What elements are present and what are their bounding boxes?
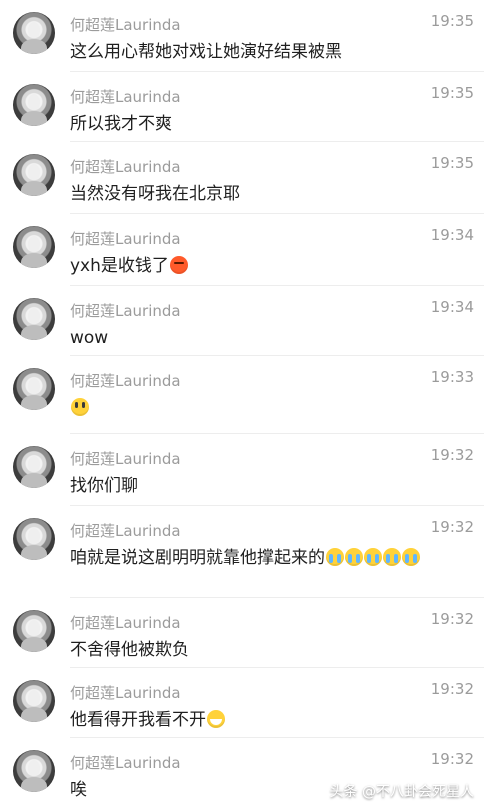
comment-row[interactable]: 何超莲Laurinda 19:32 咱就是说这剧明明就靠他撑起来的	[0, 506, 484, 598]
commenter-name[interactable]: 何超莲Laurinda	[70, 14, 181, 35]
avatar-face	[28, 22, 40, 38]
comment-time: 19:34	[430, 298, 474, 316]
cry-emoji	[345, 548, 363, 566]
comment-text-content: 所以我才不爽	[70, 114, 172, 134]
avatar-face	[28, 620, 40, 636]
commenter-name[interactable]: 何超莲Laurinda	[70, 448, 181, 469]
comment-text-content: 他看得开我看不开	[70, 710, 206, 730]
commenter-name[interactable]: 何超莲Laurinda	[70, 228, 181, 249]
avatar-face	[28, 236, 40, 252]
comment-time: 19:35	[430, 12, 474, 30]
avatar-face	[28, 690, 40, 706]
avatar[interactable]	[13, 298, 55, 340]
avatar[interactable]	[13, 368, 55, 410]
avatar-face	[28, 308, 40, 324]
avatar-body	[21, 707, 47, 722]
comment-text-content: 不舍得他被欺负	[70, 640, 189, 660]
cry-emoji	[364, 548, 382, 566]
avatar-body	[21, 777, 47, 792]
comment-time: 19:35	[430, 84, 474, 102]
commenter-name[interactable]: 何超莲Laurinda	[70, 156, 181, 177]
comment-text: 当然没有呀我在北京耶	[70, 182, 430, 206]
comment-row[interactable]: 何超莲Laurinda 19:33	[0, 356, 484, 434]
commenter-name[interactable]: 何超莲Laurinda	[70, 682, 181, 703]
comment-text	[70, 396, 430, 420]
cry-emoji	[326, 548, 344, 566]
comment-text: 不舍得他被欺负	[70, 638, 430, 662]
avatar-face	[28, 94, 40, 110]
avatar[interactable]	[13, 750, 55, 792]
avatar[interactable]	[13, 610, 55, 652]
comment-text-content: 这么用心帮她对戏让她演好结果被黑	[70, 42, 342, 62]
commenter-name[interactable]: 何超莲Laurinda	[70, 520, 181, 541]
avatar-body	[21, 637, 47, 652]
commenter-name[interactable]: 何超莲Laurinda	[70, 86, 181, 107]
avatar-face	[28, 456, 40, 472]
avatar[interactable]	[13, 518, 55, 560]
avatar-body	[21, 473, 47, 488]
comment-time: 19:32	[430, 680, 474, 698]
commenter-name[interactable]: 何超莲Laurinda	[70, 300, 181, 321]
comment-text: 所以我才不爽	[70, 112, 430, 136]
avatar[interactable]	[13, 154, 55, 196]
comment-time: 19:32	[430, 750, 474, 768]
avatar-face	[28, 164, 40, 180]
avatar-body	[21, 253, 47, 268]
comment-row[interactable]: 何超莲Laurinda 19:32 不舍得他被欺负	[0, 598, 484, 668]
avatar-face	[28, 378, 40, 394]
comment-text-content: 找你们聊	[70, 476, 138, 496]
avatar-body	[21, 325, 47, 340]
comment-text: 他看得开我看不开	[70, 708, 430, 732]
avatar-body	[21, 111, 47, 126]
comment-row[interactable]: 何超莲Laurinda 19:34 yxh是收钱了	[0, 214, 484, 286]
comment-row[interactable]: 何超莲Laurinda 19:35 所以我才不爽	[0, 72, 484, 142]
comment-time: 19:34	[430, 226, 474, 244]
commenter-name[interactable]: 何超莲Laurinda	[70, 370, 181, 391]
avatar-body	[21, 545, 47, 560]
comment-time: 19:32	[430, 610, 474, 628]
avatar-body	[21, 181, 47, 196]
comment-time: 19:33	[430, 368, 474, 386]
comment-row[interactable]: 何超莲Laurinda 19:32 他看得开我看不开	[0, 668, 484, 738]
avatar[interactable]	[13, 12, 55, 54]
comment-text: wow	[70, 326, 430, 350]
avatar[interactable]	[13, 84, 55, 126]
comment-row[interactable]: 何超莲Laurinda 19:32 找你们聊	[0, 434, 484, 506]
avatar-face	[28, 528, 40, 544]
avatar[interactable]	[13, 226, 55, 268]
avatar-body	[21, 395, 47, 410]
comment-list: 何超莲Laurinda 19:35 这么用心帮她对戏让她演好结果被黑 何超莲Lauri…	[0, 0, 484, 809]
comment-text: yxh是收钱了	[70, 254, 430, 278]
comment-text-content: yxh是收钱了	[70, 256, 169, 276]
comment-text-content: wow	[70, 328, 109, 348]
comment-row[interactable]: 何超莲Laurinda 19:34 wow	[0, 286, 484, 356]
cry-emoji	[383, 548, 401, 566]
cry-emoji	[402, 548, 420, 566]
comment-row[interactable]: 何超莲Laurinda 19:35 这么用心帮她对戏让她演好结果被黑	[0, 0, 484, 72]
avatar[interactable]	[13, 680, 55, 722]
watermark: 头条 @不八卦会死星人	[329, 784, 474, 800]
comment-text-content: 当然没有呀我在北京耶	[70, 184, 240, 204]
angry-emoji	[169, 256, 188, 274]
commenter-name[interactable]: 何超莲Laurinda	[70, 752, 181, 773]
comment-text: 咱就是说这剧明明就靠他撑起来的	[70, 546, 430, 570]
commenter-name[interactable]: 何超莲Laurinda	[70, 612, 181, 633]
comment-time: 19:35	[430, 154, 474, 172]
laugh-emoji	[207, 710, 225, 728]
avatar-body	[21, 39, 47, 54]
comment-row[interactable]: 何超莲Laurinda 19:35 当然没有呀我在北京耶	[0, 142, 484, 214]
comment-text: 这么用心帮她对戏让她演好结果被黑	[70, 40, 430, 64]
comment-text-content: 唉	[70, 780, 87, 800]
comment-text: 找你们聊	[70, 474, 430, 498]
comment-time: 19:32	[430, 518, 474, 536]
comment-text-content: 咱就是说这剧明明就靠他撑起来的	[70, 548, 325, 568]
scared-emoji	[71, 398, 89, 416]
avatar[interactable]	[13, 446, 55, 488]
avatar-face	[28, 760, 40, 776]
comment-time: 19:32	[430, 446, 474, 464]
